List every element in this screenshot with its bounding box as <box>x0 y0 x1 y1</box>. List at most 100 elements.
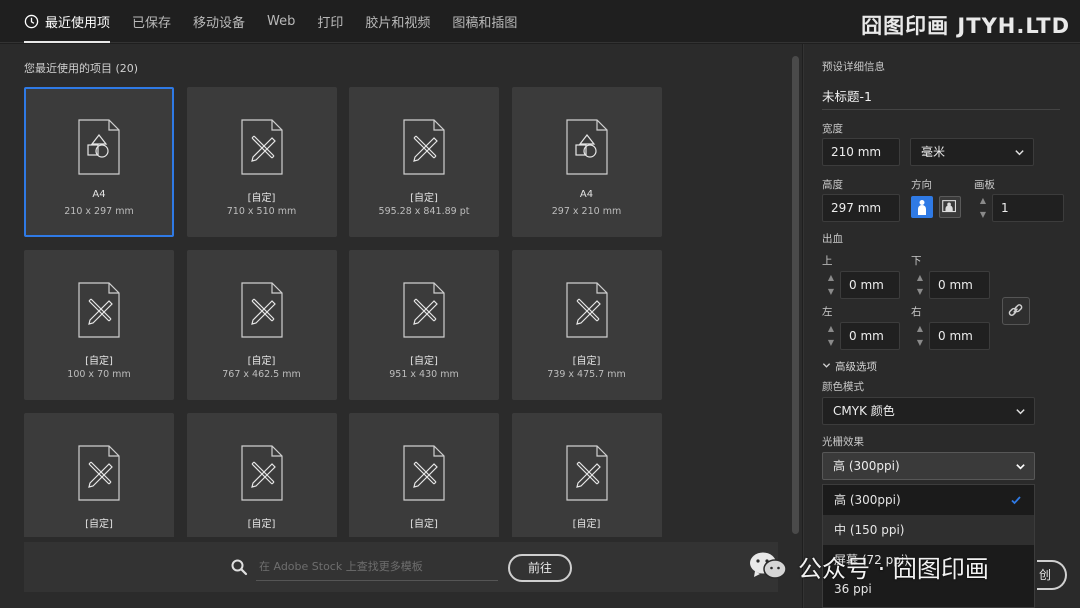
recent-item-card[interactable]: [自定] <box>186 413 337 537</box>
artboards-stepper[interactable]: ▲ ▼ <box>974 194 992 222</box>
bleed-left-stepper[interactable]: ▲ ▼ <box>822 322 840 350</box>
portrait-button[interactable] <box>911 196 933 218</box>
bleed-top-stepper[interactable]: ▲ ▼ <box>822 271 840 299</box>
recent-item-card[interactable]: A4 210 x 297 mm <box>24 87 174 237</box>
recent-item-name: [自定] <box>410 193 438 204</box>
height-label: 高度 <box>822 179 843 191</box>
color-mode-value: CMYK 颜色 <box>833 404 895 418</box>
recent-item-card[interactable]: [自定] 739 x 475.7 mm <box>511 250 662 400</box>
recent-item-card[interactable]: [自定] 767 x 462.5 mm <box>186 250 337 400</box>
option-label: 高 (300ppi) <box>834 493 901 507</box>
recent-item-card[interactable]: [自定] 100 x 70 mm <box>24 250 174 400</box>
create-button[interactable]: 创 <box>1037 560 1067 590</box>
unit-dropdown[interactable]: 毫米 <box>910 138 1034 166</box>
document-name-field[interactable]: 未标题-1 <box>822 86 1060 110</box>
height-field[interactable]: 297 mm <box>822 194 900 222</box>
chevron-down-icon <box>1015 150 1024 156</box>
tab-web[interactable]: Web <box>267 0 295 43</box>
tab-label: 图稿和插图 <box>452 16 518 31</box>
pencil-doc-icon <box>240 282 284 338</box>
pencil-doc-icon <box>402 119 446 175</box>
portrait-icon <box>918 200 926 215</box>
bleed-top-field[interactable]: 0 mm <box>840 271 900 299</box>
recent-item-name: [自定] <box>410 356 438 367</box>
option-label: 中 (150 ppi) <box>834 523 905 537</box>
recent-item-size: 739 x 475.7 mm <box>547 369 626 380</box>
landscape-icon <box>942 200 956 213</box>
checkmark-icon <box>1011 496 1021 505</box>
recent-item-card[interactable]: [自定] 595.28 x 841.89 pt <box>349 87 499 237</box>
advanced-options-label: 高级选项 <box>835 361 877 373</box>
recent-item-size: 297 x 210 mm <box>551 206 622 217</box>
recent-item-size: 100 x 70 mm <box>67 369 131 380</box>
recent-items-title: 您最近使用的项目 (20) <box>24 62 139 75</box>
recent-item-size: 710 x 510 mm <box>226 206 297 217</box>
orientation-label: 方向 <box>911 179 932 191</box>
option-label: 36 ppi <box>834 582 872 596</box>
recent-item-name: [自定] <box>247 519 276 530</box>
preset-details-panel: 预设详细信息 未标题-1 宽度 210 mm 毫米 高度 方向 画板 297 m… <box>803 44 1080 608</box>
bleed-left-field[interactable]: 0 mm <box>840 322 900 350</box>
recent-item-size: 595.28 x 841.89 pt <box>378 206 470 217</box>
tab-label: 打印 <box>317 16 344 31</box>
recent-items-area: 您最近使用的项目 (20) A4 210 x 297 mm [自定] 710 x 51… <box>0 44 802 608</box>
recent-item-size: 951 x 430 mm <box>389 369 459 380</box>
artboards-field[interactable]: 1 <box>992 194 1064 222</box>
tab-print[interactable]: 打印 <box>317 0 343 43</box>
wechat-text: 公众号 · 囧图印画 <box>798 554 989 583</box>
go-button[interactable]: 前往 <box>508 554 572 582</box>
raster-effects-label: 光栅效果 <box>822 436 864 448</box>
link-icon <box>1008 304 1023 316</box>
stock-search-input[interactable]: 在 Adobe Stock 上查找更多模板 <box>256 556 498 581</box>
raster-effects-menu: 高 (300ppi) 中 (150 ppi) 屏幕 (72 ppi) 36 pp… <box>822 484 1035 608</box>
recent-item-name: [自定] <box>85 519 113 530</box>
chevron-down-icon <box>822 363 831 368</box>
recent-item-card[interactable]: [自定] <box>24 413 174 537</box>
recent-item-name: [自定] <box>247 193 276 204</box>
pencil-doc-icon <box>240 119 284 175</box>
scrollbar[interactable] <box>791 54 800 536</box>
raster-effects-dropdown[interactable]: 高 (300ppi) <box>822 452 1035 480</box>
advanced-options-toggle[interactable]: 高级选项 <box>822 359 877 374</box>
tab-art-illustration[interactable]: 图稿和插图 <box>452 0 517 43</box>
width-label: 宽度 <box>822 123 843 135</box>
pencil-doc-icon <box>402 282 446 338</box>
tab-saved[interactable]: 已保存 <box>132 0 171 43</box>
recent-item-card[interactable]: [自定] <box>511 413 662 537</box>
pencil-doc-icon <box>565 445 609 501</box>
tab-film-video[interactable]: 胶片和视频 <box>365 0 430 43</box>
bleed-bottom-stepper[interactable]: ▲ ▼ <box>911 271 929 299</box>
raster-option-medium[interactable]: 中 (150 ppi) <box>823 515 1034 545</box>
raster-option-high[interactable]: 高 (300ppi) <box>823 485 1034 515</box>
bleed-bottom-field[interactable]: 0 mm <box>929 271 990 299</box>
recent-item-name: [自定] <box>572 356 601 367</box>
bleed-right-label: 右 <box>911 306 922 318</box>
tab-recent[interactable]: 最近使用项 <box>24 0 111 43</box>
tab-mobile[interactable]: 移动设备 <box>193 0 245 43</box>
link-bleed-button[interactable] <box>1002 297 1030 325</box>
recent-items-grid: A4 210 x 297 mm [自定] 710 x 510 mm [自定] 595.28… <box>24 87 674 537</box>
landscape-button[interactable] <box>939 196 961 218</box>
recent-item-name: [自定] <box>410 519 438 530</box>
pencil-doc-icon <box>565 282 609 338</box>
bleed-right-field[interactable]: 0 mm <box>929 322 990 350</box>
search-icon <box>231 559 248 576</box>
bleed-left-label: 左 <box>822 306 833 318</box>
bleed-label: 出血 <box>822 233 843 245</box>
clock-icon <box>24 14 39 29</box>
width-field[interactable]: 210 mm <box>822 138 900 166</box>
bleed-right-stepper[interactable]: ▲ ▼ <box>911 322 929 350</box>
color-mode-dropdown[interactable]: CMYK 颜色 <box>822 397 1035 425</box>
pencil-doc-icon <box>77 282 121 338</box>
pencil-doc-icon <box>402 445 446 501</box>
recent-item-card[interactable]: [自定] <box>349 413 499 537</box>
artboards-label: 画板 <box>974 179 995 191</box>
unit-value: 毫米 <box>921 145 946 159</box>
recent-item-card[interactable]: [自定] 951 x 430 mm <box>349 250 499 400</box>
tab-label: 移动设备 <box>193 16 246 31</box>
tab-label: Web <box>267 14 296 29</box>
scrollbar-thumb[interactable] <box>792 56 799 534</box>
recent-item-card[interactable]: [自定] 710 x 510 mm <box>186 87 337 237</box>
preset-details-title: 预设详细信息 <box>822 61 885 73</box>
recent-item-card[interactable]: A4 297 x 210 mm <box>511 87 662 237</box>
